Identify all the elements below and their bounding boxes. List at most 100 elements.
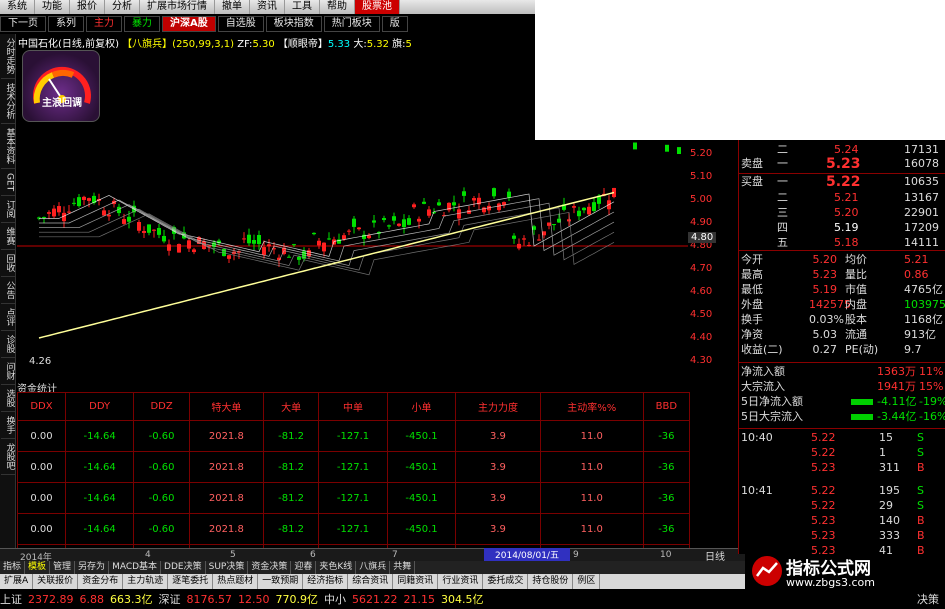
menu-item-news[interactable]: 资讯 [250, 0, 285, 14]
info-tab[interactable]: 扩展A [0, 574, 34, 589]
info-tab[interactable]: 持仓股份 [528, 574, 574, 589]
indicator-tab[interactable]: 管理 [50, 561, 76, 574]
left-strip-item[interactable]: 分时走势 [0, 34, 15, 79]
left-strip-item[interactable]: GET [0, 169, 15, 197]
left-strip-item[interactable]: 点评 [0, 304, 15, 332]
candle-body [42, 217, 46, 219]
tab-main-force[interactable]: 主力 [86, 16, 122, 32]
info-tab[interactable]: 一致预期 [258, 574, 304, 589]
menu-item-system[interactable]: 系统 [0, 0, 35, 14]
candle-body [402, 219, 406, 228]
tab-shanghai-shenzhen-a[interactable]: 沪深A股 [162, 16, 216, 32]
indicator-tab[interactable]: DDE决策 [161, 561, 206, 574]
menu-item-tools[interactable]: 工具 [285, 0, 320, 14]
indicator-tab[interactable]: 指标 [0, 561, 26, 574]
fund-col-header[interactable]: DDY [64, 392, 135, 421]
left-strip-item[interactable]: 维赛 [0, 223, 15, 251]
left-strip-item[interactable]: 换手 [0, 412, 15, 440]
tab-version[interactable]: 版 [381, 16, 408, 32]
menu-item-stock-pool[interactable]: 股票池 [355, 0, 400, 14]
quote-row: 今开 5.20 均价 5.21 [739, 254, 945, 266]
indicator-tab[interactable]: 模板 [25, 561, 51, 574]
fund-col-header[interactable]: 大单 [262, 392, 320, 421]
indicator-tab[interactable]: 资金决策 [248, 561, 292, 574]
buy-price: 5.22 [826, 174, 861, 190]
info-tab[interactable]: 热点题材 [213, 574, 259, 589]
fund-cell: -127.1 [318, 420, 388, 452]
flow-value: 1363万 [877, 365, 916, 378]
tab-violent[interactable]: 暴力 [124, 16, 160, 32]
zx-label: 中小 [324, 593, 346, 606]
candle-body [87, 198, 91, 201]
fund-col-header[interactable]: 主力力度 [455, 392, 541, 421]
candle-body [552, 224, 556, 226]
left-strip-item[interactable]: 基本资料 [0, 124, 15, 169]
fund-cell: 0.00 [17, 451, 66, 483]
trade-price: 5.23 [811, 514, 836, 527]
info-tab[interactable]: 资金分布 [78, 574, 124, 589]
fund-col-header[interactable]: DDZ [133, 392, 190, 421]
candle-body [497, 203, 501, 211]
menu-item-quote[interactable]: 报价 [70, 0, 105, 14]
quote-label: PE(动) [845, 343, 879, 356]
axis-month: 6 [310, 550, 316, 560]
left-strip-item[interactable]: 订阅 [0, 196, 15, 224]
left-strip-item[interactable]: 技术分析 [0, 79, 15, 124]
tab-watchlist[interactable]: 自选股 [217, 16, 264, 32]
kline-chart[interactable]: 4.26 [17, 140, 688, 380]
indicator-tab[interactable]: 另存为 [75, 561, 110, 574]
flow-label: 5日净流入额 [741, 395, 803, 408]
indicator-tab[interactable]: 共舞 [390, 561, 416, 574]
candle-body [392, 216, 396, 221]
quote-row: 5.22 1 S [739, 447, 945, 459]
info-tab[interactable]: 同籍资讯 [393, 574, 439, 589]
info-tab[interactable]: 逐笔委托 [168, 574, 214, 589]
tab-sector-index[interactable]: 板块指数 [265, 16, 322, 32]
indicator-tab[interactable]: 夹色K线 [316, 561, 357, 574]
left-strip-item[interactable]: 回收 [0, 250, 15, 278]
left-strip-item[interactable]: 龙股吧 [0, 439, 15, 476]
trade-price: 5.23 [811, 529, 836, 542]
tab-series[interactable]: 系列 [48, 16, 84, 32]
sell-volume: 16078 [904, 157, 939, 170]
sell-label: 卖盘 [741, 157, 763, 170]
fund-cell: -36 [642, 482, 691, 514]
watermark-badge: 指标公式网 www.zbgs3.com [746, 546, 945, 596]
tab-next-page[interactable]: 下一页 [0, 16, 46, 32]
fund-cell: 3.9 [455, 513, 541, 545]
left-strip-item[interactable]: 诊股 [0, 331, 15, 359]
left-strip-item[interactable]: 公告 [0, 277, 15, 305]
fund-col-header[interactable]: 中单 [318, 392, 388, 421]
trade-volume: 333 [879, 529, 900, 542]
left-strip-item[interactable]: 选股 [0, 385, 15, 413]
fund-col-header[interactable]: BBD [642, 392, 691, 421]
info-tab[interactable]: 行业资讯 [438, 574, 484, 589]
indicator-tab[interactable]: MACD基本 [109, 561, 162, 574]
info-tab[interactable]: 例区 [573, 574, 601, 589]
menu-item-function[interactable]: 功能 [35, 0, 70, 14]
fund-row: 0.00-14.64-0.602021.8-81.2-127.1-450.13.… [17, 482, 691, 514]
fund-col-header[interactable]: 主动率%% [539, 392, 644, 421]
info-tab[interactable]: 经济指标 [303, 574, 349, 589]
price-tick: 4.30 [690, 355, 713, 366]
menu-item-extended-market[interactable]: 扩展市场行情 [140, 0, 215, 14]
tab-hot-sectors[interactable]: 热门板块 [323, 16, 380, 32]
fund-col-header[interactable]: DDX [17, 392, 66, 421]
indicator-tab[interactable]: 迎春 [291, 561, 317, 574]
trade-side: S [917, 484, 924, 497]
axis-month: 7 [392, 550, 398, 560]
fund-col-header[interactable]: 特大单 [188, 392, 264, 421]
left-strip-item[interactable]: 问财 [0, 358, 15, 386]
indicator-tab[interactable]: 八旗兵 [356, 561, 391, 574]
info-tab[interactable]: 委托成交 [483, 574, 529, 589]
info-tab[interactable]: 关联报价 [33, 574, 79, 589]
fund-col-header[interactable]: 小单 [386, 392, 457, 421]
menu-item-help[interactable]: 帮助 [320, 0, 355, 14]
info-tab[interactable]: 主力轨迹 [123, 574, 169, 589]
indicator-tab[interactable]: SUP决策 [206, 561, 249, 574]
info-tab[interactable]: 综合资讯 [348, 574, 394, 589]
flag-value: 5 [405, 39, 412, 48]
candle-body [57, 206, 61, 213]
menu-item-cancel-order[interactable]: 撤单 [215, 0, 250, 14]
menu-item-analysis[interactable]: 分析 [105, 0, 140, 14]
